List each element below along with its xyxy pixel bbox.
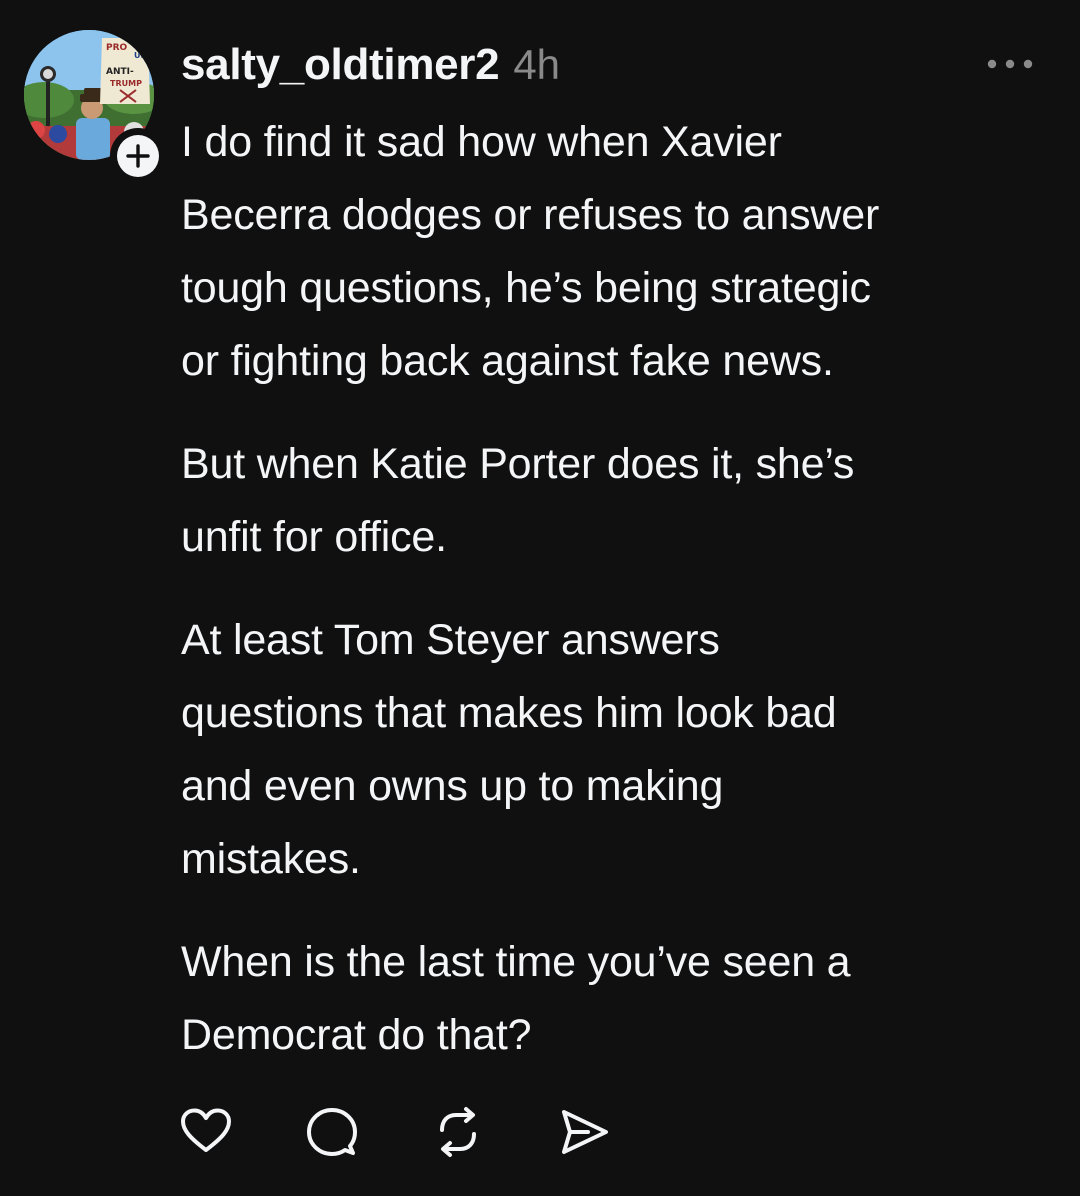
avatar-sign-line-2: US [134,51,146,60]
like-button[interactable] [178,1104,234,1160]
post-paragraph: When is the last time you’ve seen a Demo… [181,938,851,1059]
post-header: salty_oldtimer2 4h [181,40,560,90]
share-button[interactable] [556,1104,612,1160]
repost-button[interactable] [430,1104,486,1160]
avatar-sign-line-4: TRUMP [110,79,142,88]
more-horizontal-icon [987,59,1033,69]
post-body: I do find it sad how when Xavier Becerra… [181,106,1051,1102]
avatar-container[interactable]: PRO US ANTI- TRUMP [24,30,166,184]
post-paragraph: But when Katie Porter does it, she’s unf… [181,440,855,561]
avatar-sign-line-3: ANTI- [106,67,134,77]
heart-icon [181,1108,231,1152]
post-actions-bar [178,1104,612,1160]
thread-post: PRO US ANTI- TRUMP salty_oldtimer2 4h I … [0,0,1080,1196]
post-paragraph: At least Tom Steyer answers questions th… [181,616,837,883]
comment-icon [307,1108,357,1156]
post-timestamp[interactable]: 4h [513,41,560,89]
more-options-button[interactable] [982,50,1038,78]
post-paragraph: I do find it sad how when Xavier Becerra… [181,118,880,385]
send-icon [562,1110,608,1154]
plus-icon [117,135,159,177]
follow-button[interactable] [110,128,166,184]
repost-icon [440,1107,476,1157]
username-link[interactable]: salty_oldtimer2 [181,40,500,90]
avatar-sign-line-1: PRO [106,43,128,53]
reply-button[interactable] [304,1104,360,1160]
